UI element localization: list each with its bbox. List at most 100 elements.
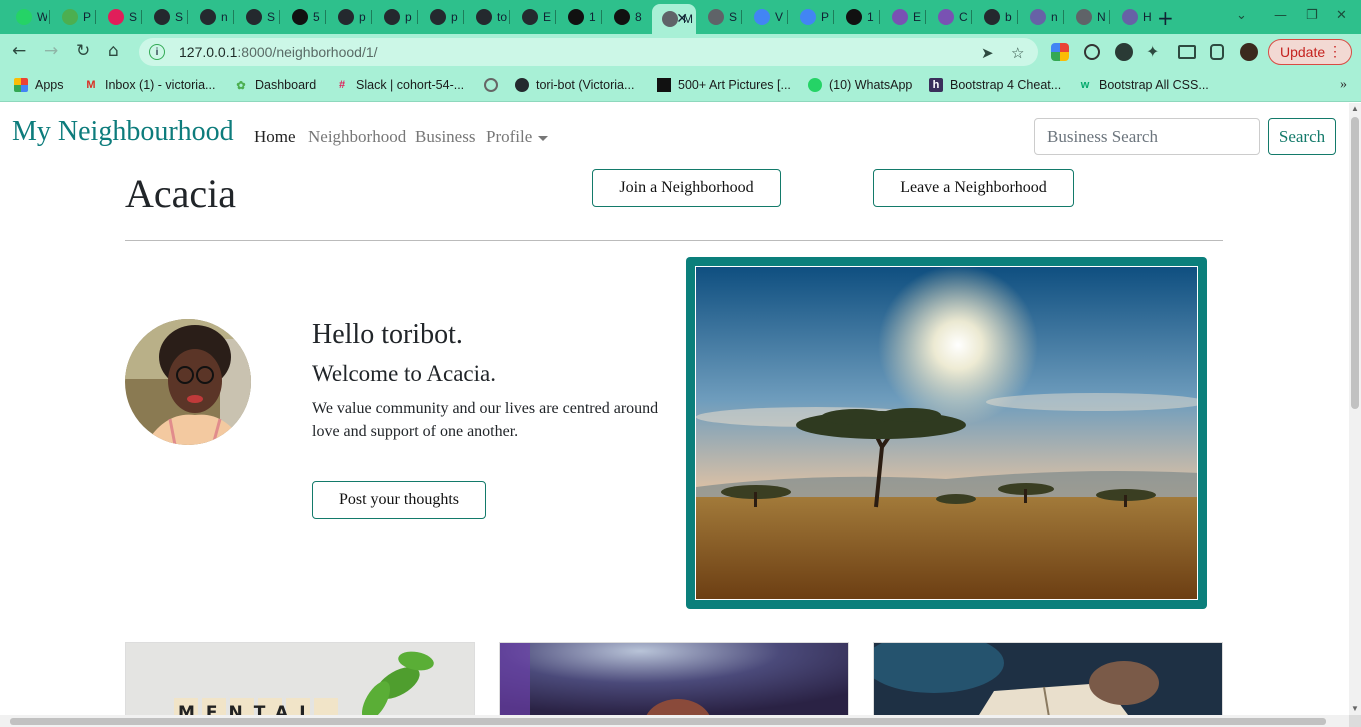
post-thoughts-button[interactable]: Post your thoughts [312,481,486,519]
pictures-icon [846,9,862,25]
extension-icon[interactable] [1084,44,1100,60]
browser-tab[interactable]: M ✕ [652,4,696,34]
tab-title: n [1051,10,1058,24]
browser-tab[interactable]: 1 [838,4,877,30]
browser-tab[interactable]: n [1022,4,1061,30]
extensions-puzzle-icon[interactable]: ✦ [1146,42,1159,61]
browser-tab[interactable]: H [1114,4,1153,30]
bookmark-star-icon[interactable]: ☆ [1011,44,1024,62]
bookmark-label: Inbox (1) - victoria... [105,78,216,92]
browser-tab[interactable]: E [514,4,553,30]
scroll-down-icon[interactable]: ▼ [1351,704,1359,713]
bookmark-label: 500+ Art Pictures [... [678,78,791,92]
horizontal-scrollbar[interactable] [0,715,1349,727]
globe-icon [708,9,724,25]
browser-tab[interactable]: V [746,4,785,30]
tab-title: V [775,10,784,24]
close-window-icon[interactable]: ✕ [1336,8,1347,23]
browser-tab[interactable]: P [54,4,93,30]
bookmark-item[interactable]: 500+ Art Pictures [... [657,78,791,92]
vertical-scrollbar[interactable]: ▲ ▼ [1349,103,1361,715]
horizontal-scroll-thumb[interactable] [10,718,1326,725]
browser-tab[interactable]: p [376,4,415,30]
address-bar[interactable]: i 127.0.0.1:8000/neighborhood/1/ ➤ ☆ [139,38,1038,66]
browser-tab[interactable]: b [976,4,1015,30]
post-card-concert[interactable] [499,642,849,715]
tab-title: W [37,10,47,24]
business-search-input[interactable] [1034,118,1260,155]
browser-tab[interactable]: P [792,4,831,30]
vertical-scroll-thumb[interactable] [1351,117,1359,409]
browser-tab[interactable]: S [700,4,739,30]
browser-tab[interactable]: n [192,4,231,30]
back-icon[interactable]: ← [12,41,26,61]
menu-dots-icon[interactable]: ⋮ [1328,43,1342,60]
card-mental-text: MENTAL [178,703,321,715]
bookmark-item[interactable]: h Bootstrap 4 Cheat... [929,78,1061,92]
bookmark-item[interactable]: (10) WhatsApp [808,78,912,92]
divider [125,240,1223,241]
new-tab-icon[interactable]: + [1157,6,1174,30]
bookmark-item[interactable]: w Bootstrap All CSS... [1078,78,1209,92]
browser-tab[interactable]: 5 [284,4,323,30]
close-tab-icon[interactable]: ✕ [676,10,688,27]
globe-extension-icon[interactable] [1115,43,1133,61]
tab-separator [1017,10,1018,24]
bookmark-label: Bootstrap 4 Cheat... [950,78,1062,92]
minimize-icon[interactable]: — [1274,8,1287,23]
forward-icon[interactable]: → [44,41,58,61]
update-button[interactable]: Update ⋮ [1268,39,1352,65]
tab-separator [601,10,602,24]
cast-icon[interactable] [1178,45,1196,59]
browser-tab[interactable]: 8 [606,4,645,30]
color-picker-extension-icon[interactable] [1051,43,1069,61]
tab-search-icon[interactable]: ⌄ [1236,8,1247,23]
more-bookmarks-icon[interactable]: » [1340,77,1347,93]
browser-tab[interactable]: C [930,4,969,30]
palm-icon: ✿ [236,79,246,92]
browser-tab[interactable]: p [422,4,461,30]
scroll-up-icon[interactable]: ▲ [1351,104,1359,113]
browser-tab[interactable]: p [330,4,369,30]
bookmark-item[interactable]: M Inbox (1) - victoria... [84,78,215,92]
bookmark-label: Slack | cohort-54-... [356,78,465,92]
tab-separator [187,10,188,24]
nav-profile-dropdown[interactable]: Profile [486,127,549,147]
browser-tab[interactable]: E [884,4,923,30]
side-panel-icon[interactable] [1210,44,1224,60]
reload-icon[interactable]: ↻ [76,41,90,61]
bookmark-label: (10) WhatsApp [829,78,913,92]
leave-neighborhood-button[interactable]: Leave a Neighborhood [873,169,1074,207]
post-card-bible[interactable] [873,642,1223,715]
nav-business[interactable]: Business [415,127,475,147]
bookmark-item[interactable]: ✿ Dashboard [234,78,316,92]
browser-tab[interactable]: S [146,4,185,30]
browser-tab[interactable]: to [468,4,507,30]
github-icon [246,9,262,25]
bookmark-item[interactable]: Apps [14,78,64,92]
hero-image-frame [686,257,1207,609]
tab-title: to [497,10,507,24]
search-button[interactable]: Search [1268,118,1336,155]
profile-avatar-icon[interactable] [1240,43,1258,61]
browser-tab[interactable]: W [8,4,47,30]
post-card-mental-health[interactable]: MENTAL [125,642,475,715]
tab-title: 1 [589,10,596,24]
bookmark-item[interactable] [484,78,498,92]
browser-tab[interactable]: N [1068,4,1107,30]
browser-tab[interactable]: 1 [560,4,599,30]
tab-separator [279,10,280,24]
site-info-icon[interactable]: i [149,44,165,60]
nav-neighborhood[interactable]: Neighborhood [308,127,406,147]
site-brand[interactable]: My Neighbourhood [12,116,234,148]
home-icon[interactable]: ⌂ [108,41,119,61]
browser-tab[interactable]: S [238,4,277,30]
bookmark-item[interactable]: tori-bot (Victoria... [515,78,634,92]
restore-icon[interactable]: ❐ [1306,8,1318,23]
send-icon[interactable]: ➤ [981,44,994,62]
nav-home[interactable]: Home [254,127,296,147]
tab-title: P [83,10,92,24]
bookmark-item[interactable]: # Slack | cohort-54-... [335,78,464,92]
browser-tab[interactable]: S [100,4,139,30]
join-neighborhood-button[interactable]: Join a Neighborhood [592,169,781,207]
